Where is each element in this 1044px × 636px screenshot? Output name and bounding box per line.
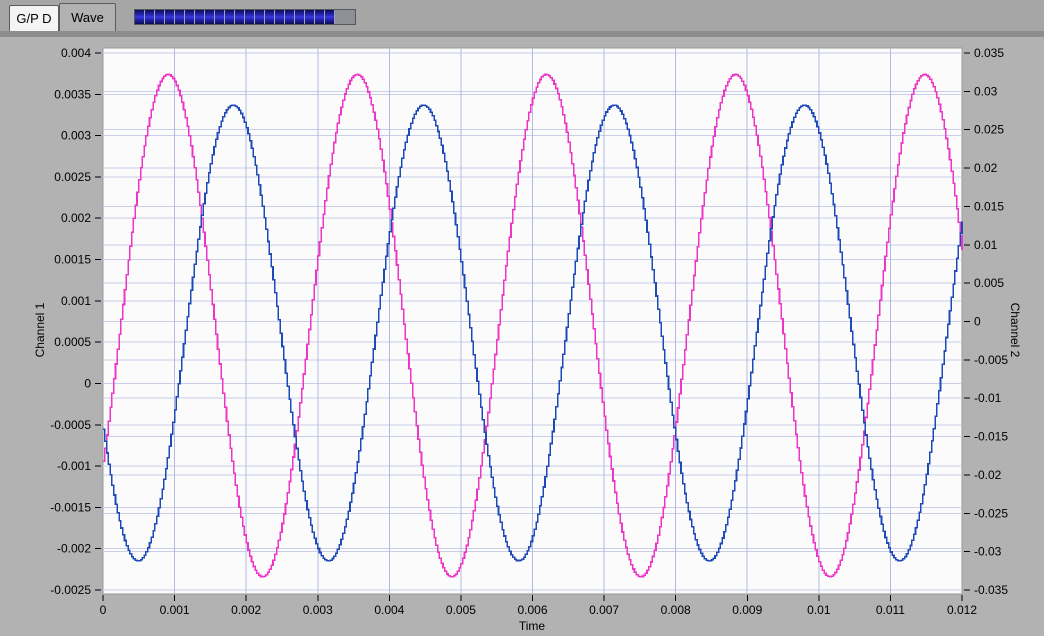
left-tick-label: -0.001 (57, 459, 91, 473)
right-tick-label: 0.01 (974, 238, 998, 252)
x-tick-label: 0.004 (374, 603, 404, 617)
left-tick-label: 0.004 (61, 46, 91, 60)
progress-segment (175, 10, 185, 24)
left-tick-label: 0.0025 (54, 170, 91, 184)
progress-segment (255, 10, 265, 24)
progress-segment (215, 10, 225, 24)
tab-gpd[interactable]: G/P D (9, 5, 59, 31)
right-tick-label: 0.02 (974, 161, 998, 175)
x-tick-label: 0.011 (876, 603, 905, 617)
left-tick-label: 0 (84, 376, 91, 390)
x-tick-label: 0.009 (732, 603, 762, 617)
left-axis-title: Channel 1 (33, 302, 47, 357)
tab-wave-label: Wave (71, 10, 104, 25)
panel-top-edge (0, 31, 1044, 37)
right-tick-label: -0.01 (974, 391, 1002, 405)
right-tick-label: -0.015 (974, 430, 1008, 444)
waveform-graph: 0.004 0.0035 0.003 0.0025 0.002 0.0015 0.001 0.… (33, 46, 1022, 633)
right-tick-label: -0.035 (974, 583, 1008, 597)
progress-segment (285, 10, 295, 24)
right-tick-label: -0.02 (974, 468, 1002, 482)
left-tick-label: 0.002 (61, 211, 91, 225)
x-tick-label: 0.002 (231, 603, 261, 617)
right-axis-title: Channel 2 (1008, 303, 1022, 358)
right-tick-label: 0.005 (974, 276, 1004, 290)
tab-gpd-label: G/P D (16, 11, 52, 26)
progress-segment (265, 10, 275, 24)
right-tick-label: 0 (974, 315, 981, 329)
progress-segment (275, 10, 285, 24)
x-axis-title: Time (519, 619, 546, 633)
right-tick-label: 0.035 (974, 46, 1004, 60)
left-tick-label: -0.0025 (50, 583, 91, 597)
left-tick-label: 0.0015 (54, 253, 91, 267)
progress-segment (195, 10, 205, 24)
x-tick-label: 0.003 (303, 603, 333, 617)
tab-bar: G/P D Wave (0, 0, 1044, 31)
left-tick-label: 0.003 (61, 129, 91, 143)
progress-segment (245, 10, 255, 24)
left-tick-label: -0.0015 (50, 500, 91, 514)
left-tick-label: 0.0035 (54, 87, 91, 101)
progress-segment (315, 10, 325, 24)
progress-segment (165, 10, 175, 24)
right-tick-label: -0.005 (974, 353, 1008, 367)
x-tick-label: 0.008 (661, 603, 691, 617)
progress-segment (135, 10, 145, 24)
progress-segment (325, 10, 335, 24)
progress-segment (235, 10, 245, 24)
progress-segment (145, 10, 155, 24)
x-tick-label: 0 (100, 603, 107, 617)
right-tick-label: -0.025 (974, 506, 1008, 520)
tab-wave[interactable]: Wave (59, 3, 116, 31)
left-tick-label: 0.0005 (54, 335, 91, 349)
progress-segment (185, 10, 195, 24)
progress-segment (305, 10, 315, 24)
right-tick-label: 0.025 (974, 123, 1004, 137)
progress-segment (225, 10, 235, 24)
right-tick-label: 0.015 (974, 199, 1004, 213)
x-tick-label: 0.012 (947, 603, 977, 617)
app-window: { "window": { "theme": { "panel_bg": "#b… (0, 0, 1044, 636)
x-tick-label: 0.006 (517, 603, 547, 617)
progress-segment (155, 10, 165, 24)
right-tick-label: -0.03 (974, 545, 1002, 559)
left-tick-label: -0.002 (57, 542, 91, 556)
left-tick-label: -0.0005 (50, 418, 91, 432)
x-tick-label: 0.005 (446, 603, 476, 617)
left-tick-label: 0.001 (61, 294, 91, 308)
right-tick-label: 0.03 (974, 84, 998, 98)
progress-segment (295, 10, 305, 24)
x-tick-label: 0.001 (160, 603, 190, 617)
x-tick-label: 0.01 (807, 603, 831, 617)
progress-bar (134, 9, 356, 25)
progress-segment (205, 10, 215, 24)
x-tick-label: 0.007 (589, 603, 619, 617)
